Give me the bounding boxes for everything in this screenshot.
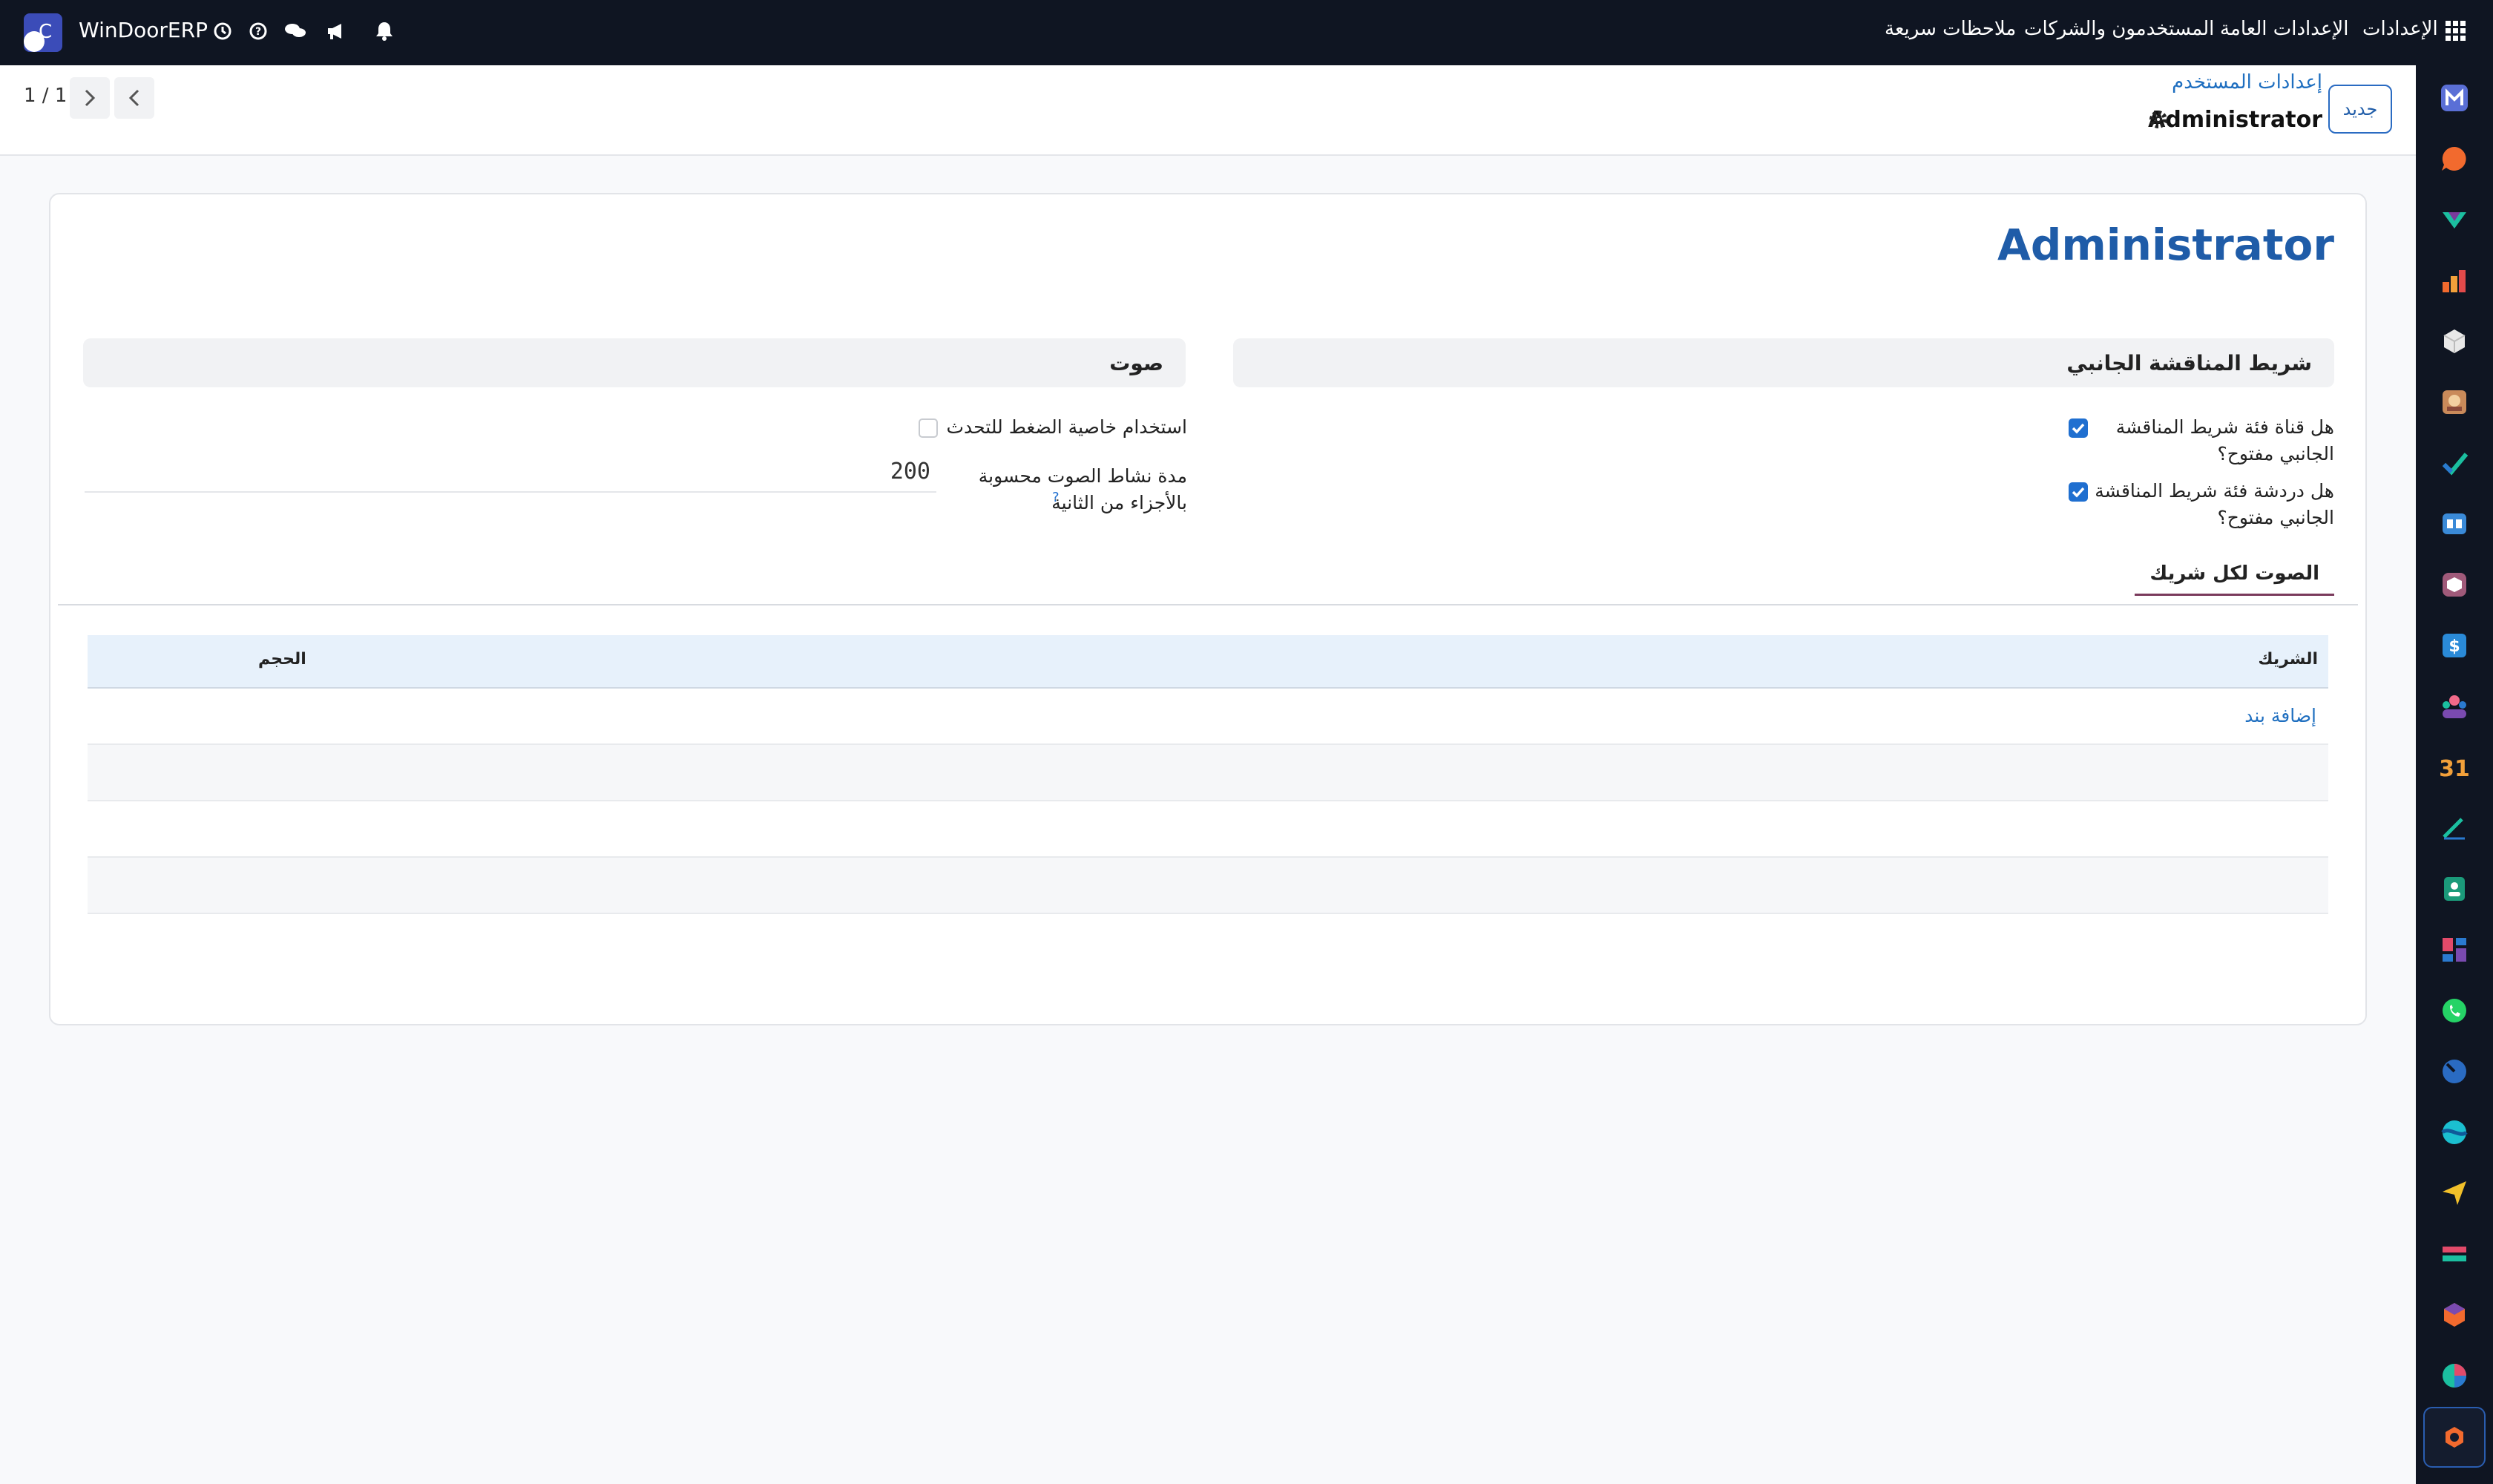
app-calendar-icon[interactable]: 31 (2435, 748, 2474, 787)
clock-icon[interactable] (208, 16, 237, 46)
table-row (88, 801, 2328, 858)
app-chat-bubble-icon[interactable] (2435, 139, 2474, 178)
table-row (88, 745, 2328, 801)
breadcrumb[interactable]: إعدادات المستخدم (2172, 71, 2322, 93)
app-tasks-icon[interactable] (2435, 444, 2474, 482)
push-to-talk-checkbox[interactable] (919, 418, 938, 438)
app-hexagon-icon[interactable] (2435, 1296, 2474, 1334)
chat-open-label: هل دردشة فئة شريط المناقشة الجانبي مفتوح… (2095, 480, 2334, 528)
app-inventory-icon[interactable] (2435, 322, 2474, 361)
app-mail-icon[interactable] (2435, 79, 2474, 117)
tab-divider (58, 604, 2358, 605)
chat-open-checkbox[interactable] (2069, 482, 2088, 502)
chat-icon[interactable] (280, 16, 310, 46)
channel-open-checkbox[interactable] (2069, 418, 2088, 438)
chevron-right-icon (85, 89, 96, 107)
app-whatsapp-icon[interactable] (2435, 991, 2474, 1030)
help-tooltip-icon[interactable]: ? (1052, 490, 1060, 505)
app-name[interactable]: الإعدادات (2362, 18, 2438, 40)
group-heading-voice: صوت (83, 338, 1186, 387)
app-website-icon[interactable] (2435, 1113, 2474, 1152)
tab-voice-per-partner[interactable]: الصوت لكل شريك (2135, 562, 2334, 596)
app-knowledge-icon[interactable] (2435, 505, 2474, 543)
table-header: الشريك الحجم (88, 635, 2328, 689)
group-heading-discuss-sidebar: شريط المناقشة الجانبي (1233, 338, 2334, 387)
app-sales-icon[interactable] (2435, 200, 2474, 239)
column-header-volume[interactable]: الحجم (258, 650, 306, 669)
menu-quick-notes[interactable]: ملاحظات سريعة (1885, 18, 2016, 40)
app-settings-icon[interactable] (2423, 1407, 2486, 1468)
app-contacts-icon[interactable] (2435, 870, 2474, 908)
column-header-partner[interactable]: الشريك (2258, 650, 2318, 669)
svg-text:31: 31 (2439, 756, 2470, 782)
pager-prev-button[interactable] (114, 77, 154, 119)
push-to-talk-label: استخدام خاصية الضغط للتحدث (946, 416, 1187, 438)
company-name[interactable]: WinDoorERP (79, 18, 208, 42)
gear-icon[interactable] (2149, 110, 2168, 132)
bell-icon[interactable] (369, 16, 399, 46)
channel-open-label: هل قناة فئة شريط المناقشة الجانبي مفتوح؟ (2115, 416, 2334, 464)
app-accounting-icon[interactable]: $ (2435, 626, 2474, 665)
add-line-link[interactable]: إضافة بند (2244, 705, 2316, 726)
app-employees-icon[interactable] (2435, 687, 2474, 726)
form-sheet: Administrator شريط المناقشة الجانبي هل ق… (49, 193, 2367, 1025)
app-package-icon[interactable] (2435, 565, 2474, 604)
app-bank-icon[interactable] (2435, 1235, 2474, 1273)
menu-general-settings[interactable]: الإعدادات العامة (2220, 18, 2348, 40)
form-title: Administrator (1997, 220, 2334, 270)
table-row: إضافة بند (88, 689, 2328, 745)
app-gallery-icon[interactable] (2435, 383, 2474, 421)
app-dock: $ 31 (2416, 65, 2493, 1484)
new-record-button[interactable]: جديد (2328, 85, 2392, 134)
pager-value[interactable]: 1 / 1 (24, 85, 67, 107)
announcement-icon[interactable] (322, 16, 352, 46)
check-icon (2072, 423, 2085, 434)
help-icon[interactable]: ? (243, 16, 273, 46)
svg-text:?: ? (255, 26, 261, 38)
record-title: Administrator (2148, 107, 2322, 133)
apps-grid-icon[interactable] (2441, 16, 2471, 46)
check-icon (2072, 487, 2085, 498)
app-pie-icon[interactable] (2435, 1356, 2474, 1395)
app-send-icon[interactable] (2435, 1174, 2474, 1212)
top-navbar: C WinDoorERP ? ملاحظات سريعة المستخدمون … (0, 0, 2493, 65)
control-panel (0, 65, 2416, 156)
app-sign-icon[interactable] (2435, 809, 2474, 847)
voice-duration-label: مدة نشاط الصوت محسوبة بالأجزاء من الثاني… (978, 465, 1187, 513)
partner-volume-table: الشريك الحجم إضافة بند (88, 635, 2328, 914)
voice-duration-input[interactable]: 200 (85, 457, 936, 493)
chevron-left-icon (128, 89, 139, 107)
app-reports-icon[interactable] (2435, 261, 2474, 300)
company-logo[interactable]: C (24, 13, 62, 52)
app-timer-icon[interactable] (2435, 1052, 2474, 1091)
app-dashboard-icon[interactable] (2435, 930, 2474, 969)
table-row (88, 858, 2328, 914)
menu-users-companies[interactable]: المستخدمون والشركات (2024, 18, 2214, 40)
pager-next-button[interactable] (70, 77, 110, 119)
svg-text:$: $ (2448, 637, 2460, 656)
